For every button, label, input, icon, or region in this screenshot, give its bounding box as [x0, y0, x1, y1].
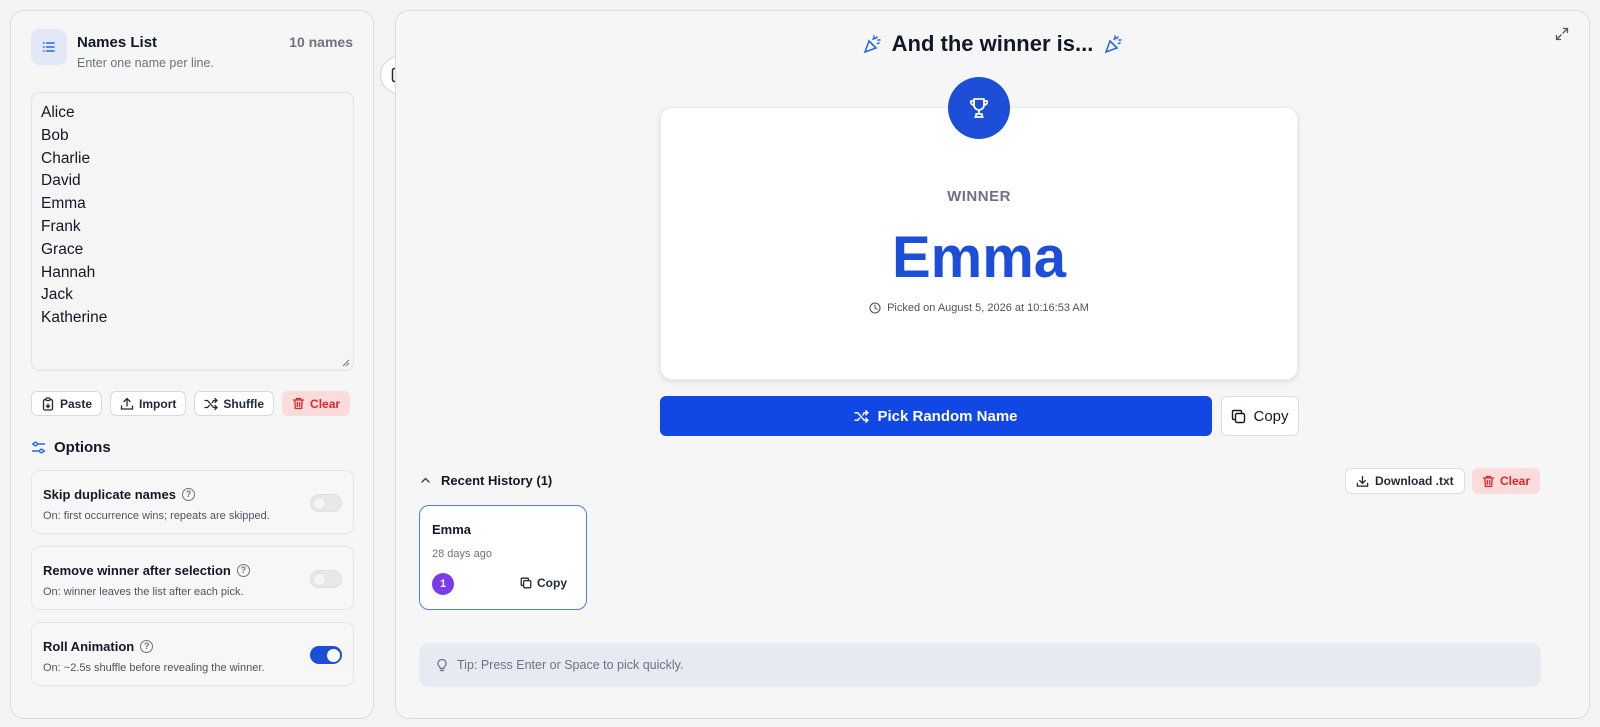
history-heading: Recent History (1) — [441, 473, 553, 488]
copy-icon — [1232, 409, 1246, 423]
trophy-icon — [969, 98, 989, 118]
lightbulb-icon — [437, 658, 447, 672]
winner-name: Emma — [891, 225, 1067, 290]
name-line: Bob — [41, 126, 69, 144]
tip-text: Tip: Press Enter or Space to pick quickl… — [457, 658, 684, 672]
clipboard-icon — [42, 396, 54, 411]
resize-handle[interactable] — [342, 359, 350, 367]
trash-icon — [292, 397, 305, 410]
paste-button[interactable]: Paste — [31, 391, 103, 416]
option-roll-animation: Roll Animation ? On: ~2.5s shuffle befor… — [31, 622, 354, 686]
skip-duplicates-toggle[interactable] — [310, 494, 342, 512]
copy-label: Copy — [1253, 407, 1289, 425]
party-popper-icon — [1105, 35, 1123, 54]
option-description: On: winner leaves the list after each pi… — [43, 586, 244, 598]
option-remove-winner: Remove winner after selection ? On: winn… — [31, 546, 354, 610]
names-count: 10 names — [289, 34, 353, 50]
result-panel: And the winner is... WINNER Emma Picked … — [395, 10, 1590, 719]
shuffle-icon — [204, 397, 219, 410]
name-line: Hannah — [41, 263, 96, 281]
trash-icon — [1482, 475, 1495, 487]
result-heading: And the winner is... — [396, 31, 1589, 57]
shuffle-button[interactable]: Shuffle — [194, 391, 275, 416]
clock-icon — [869, 302, 881, 314]
name-line: Jack — [41, 286, 73, 304]
name-line: Charlie — [41, 149, 91, 167]
shuffle-label: Shuffle — [223, 396, 265, 411]
toggle-knob — [313, 573, 326, 586]
download-label: Download .txt — [1375, 474, 1454, 488]
names-list-title: Names List — [77, 34, 158, 51]
picked-at-text: Picked on August 5, 2026 at 10:16:53 AM — [887, 302, 1089, 314]
toggle-knob — [327, 649, 340, 662]
upload-icon — [120, 397, 134, 410]
options-title: Options — [54, 439, 111, 456]
party-popper-icon — [863, 35, 881, 54]
result-title: And the winner is... — [891, 31, 1094, 56]
toggle-knob — [313, 497, 326, 510]
help-icon[interactable]: ? — [140, 640, 154, 653]
option-title: Remove winner after selection ? — [43, 563, 250, 578]
pick-random-name-button[interactable]: Pick Random Name — [660, 396, 1212, 436]
download-txt-button[interactable]: Download .txt — [1345, 468, 1465, 494]
list-icon — [31, 29, 67, 65]
option-title: Skip duplicate names ? — [43, 487, 195, 502]
sliders-icon — [31, 441, 46, 454]
names-list-subtitle: Enter one name per line. — [77, 56, 214, 70]
clear-label: Clear — [310, 396, 341, 411]
names-panel: Names List Enter one name per line. 10 n… — [10, 10, 374, 719]
name-line: David — [41, 172, 81, 190]
history-item-name: Emma — [432, 522, 472, 537]
copy-winner-button[interactable]: Copy — [1221, 396, 1299, 436]
trophy-badge — [948, 77, 1010, 139]
name-line: Emma — [41, 195, 86, 213]
option-label: Remove winner after selection — [43, 563, 231, 578]
clear-names-button[interactable]: Clear — [282, 391, 351, 416]
paste-label: Paste — [60, 396, 93, 411]
roll-animation-toggle[interactable] — [310, 646, 342, 664]
history-copy-label: Copy — [537, 576, 567, 590]
history-item-index-badge: 1 — [432, 573, 454, 595]
name-line: Katherine — [41, 309, 108, 327]
remove-winner-toggle[interactable] — [310, 570, 342, 588]
history-item-copy-button[interactable]: Copy — [520, 576, 567, 590]
help-icon[interactable]: ? — [181, 488, 195, 501]
chevron-up-icon — [421, 477, 430, 483]
import-button[interactable]: Import — [110, 391, 187, 416]
option-label: Roll Animation — [43, 639, 135, 654]
tip-banner: Tip: Press Enter or Space to pick quickl… — [419, 643, 1541, 687]
option-title: Roll Animation ? — [43, 639, 154, 654]
clear-history-label: Clear — [1500, 474, 1531, 488]
copy-icon — [520, 577, 532, 589]
name-line: Frank — [41, 217, 81, 235]
names-textarea[interactable]: Alice Bob Charlie David Emma Frank Grace… — [31, 92, 354, 371]
pick-label: Pick Random Name — [877, 407, 1018, 425]
clear-history-button[interactable]: Clear — [1472, 468, 1541, 494]
shuffle-icon — [854, 409, 870, 423]
help-icon[interactable]: ? — [236, 564, 250, 577]
option-label: Skip duplicate names — [43, 487, 176, 502]
options-heading: Options — [31, 439, 111, 456]
download-icon — [1356, 475, 1369, 487]
option-skip-duplicates: Skip duplicate names ? On: first occurre… — [31, 470, 354, 534]
names-actions: Paste Import Shuffle Clear — [31, 391, 351, 416]
option-description: On: ~2.5s shuffle before revealing the w… — [43, 662, 265, 674]
name-line: Alice — [41, 104, 75, 121]
winner-card: WINNER Emma Picked on August 5, 2026 at … — [660, 107, 1298, 380]
winner-label: WINNER — [947, 188, 1011, 205]
import-label: Import — [139, 396, 177, 411]
history-toggle[interactable]: Recent History (1) — [420, 473, 552, 488]
name-line: Grace — [41, 240, 84, 258]
picked-timestamp: Picked on August 5, 2026 at 10:16:53 AM — [661, 302, 1297, 314]
option-description: On: first occurrence wins; repeats are s… — [43, 510, 270, 522]
history-item: Emma 28 days ago 1 Copy — [419, 505, 587, 610]
history-item-time: 28 days ago — [432, 548, 492, 560]
